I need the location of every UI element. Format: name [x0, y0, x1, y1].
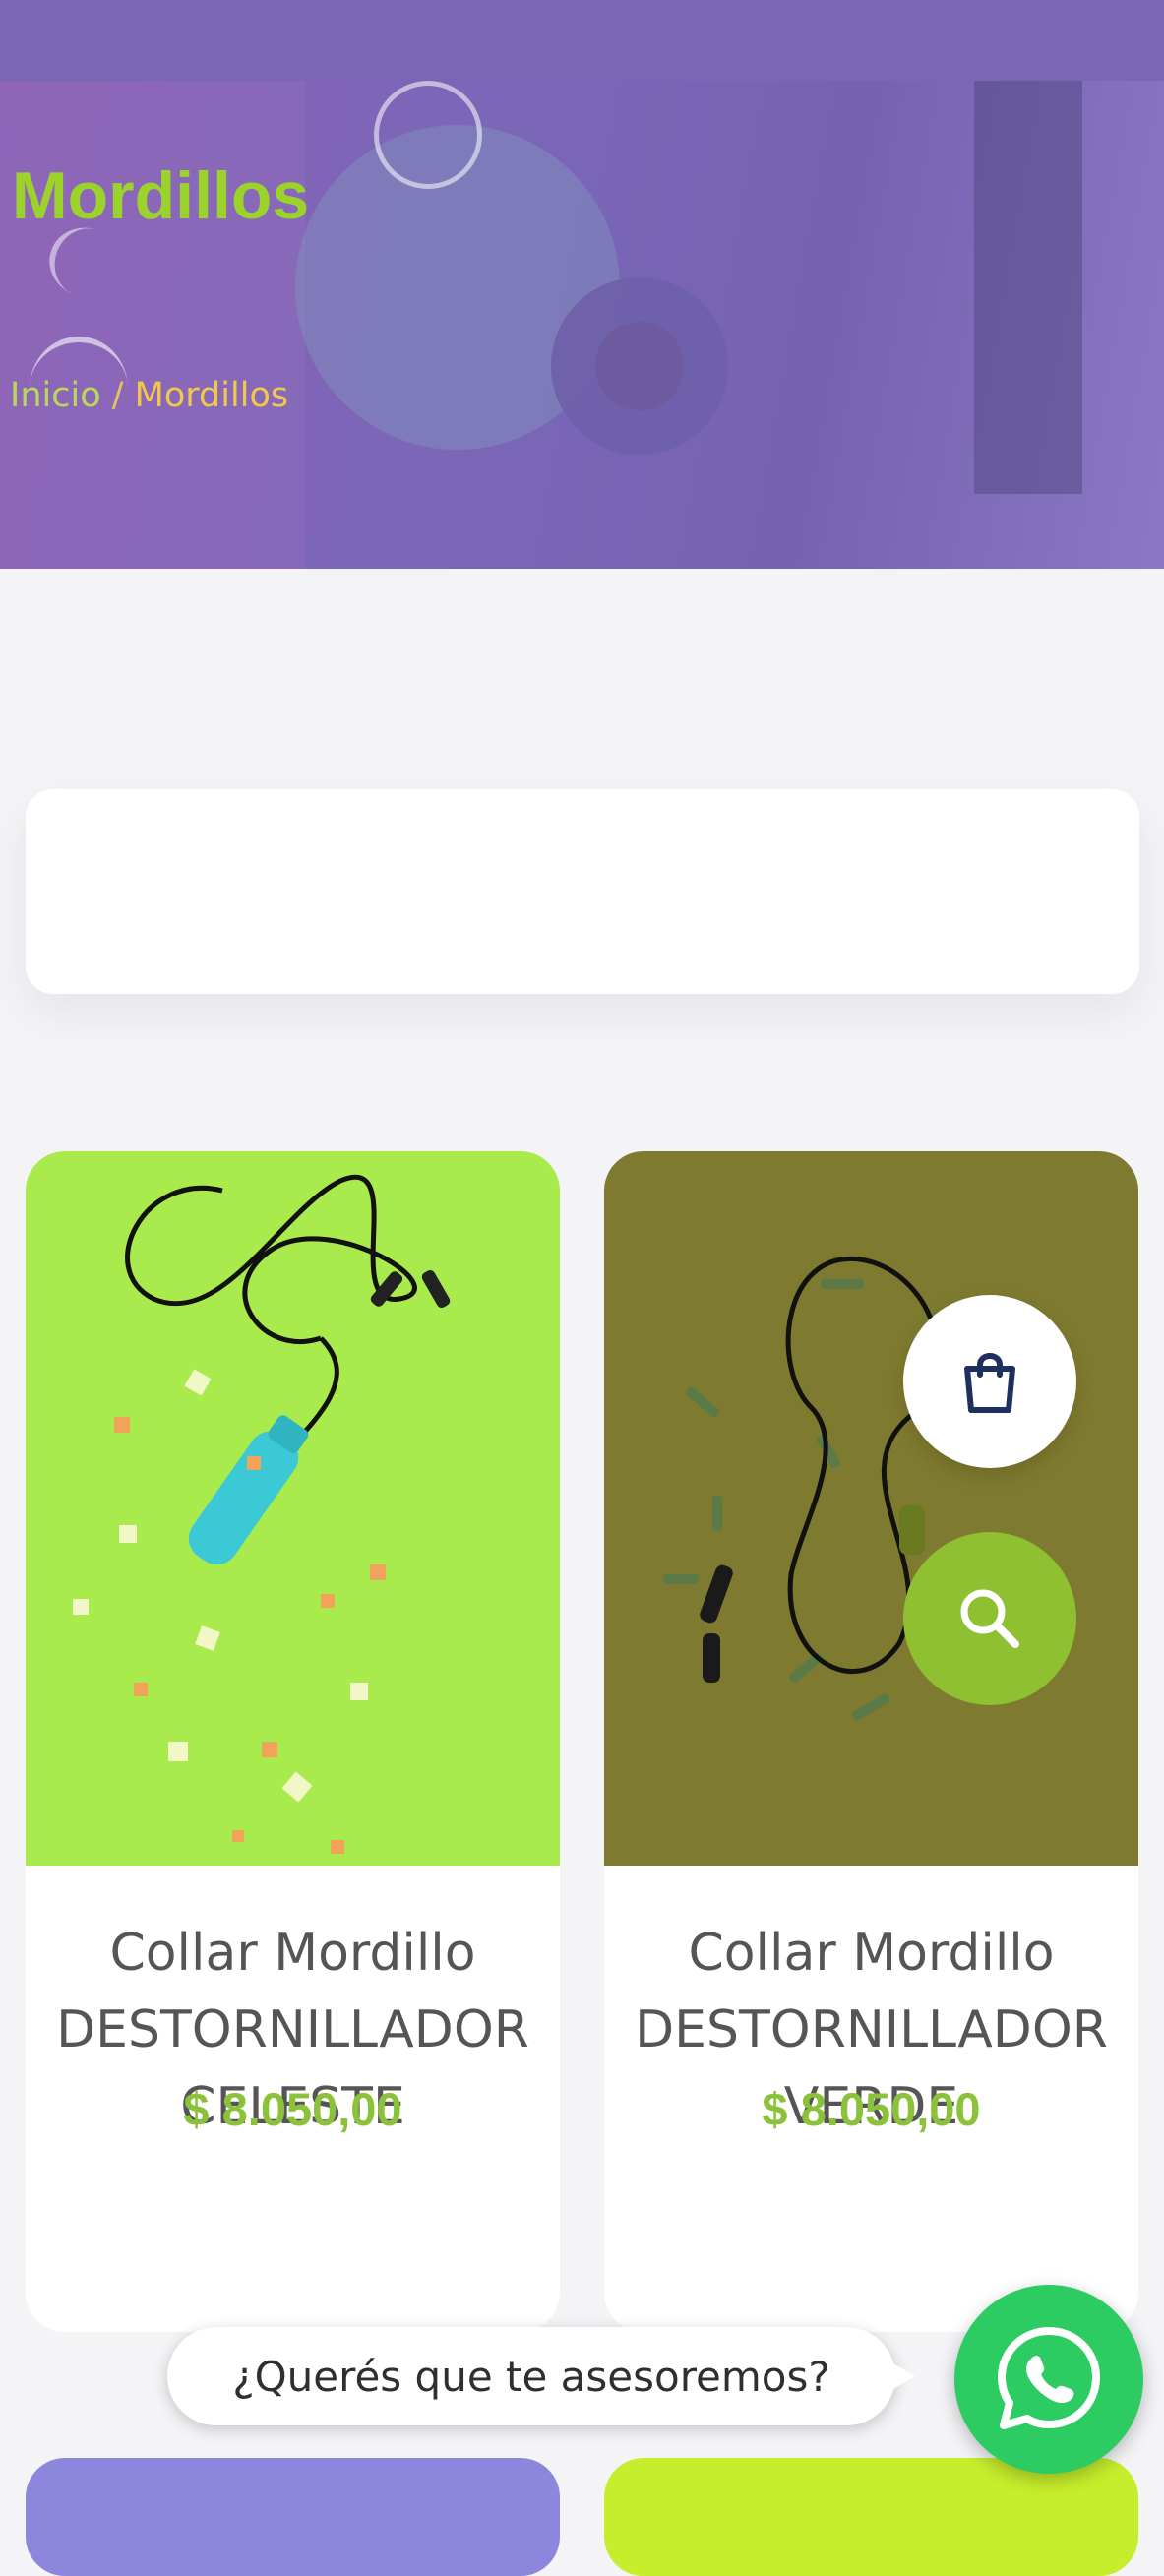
breadcrumb-separator: /	[100, 376, 135, 415]
product-card-next[interactable]	[604, 2458, 1138, 2576]
page-title: Mordillos	[12, 158, 310, 233]
hero-decor	[0, 81, 305, 569]
product-info: Collar Mordillo DESTORNILLADOR VERDE $ 8…	[604, 1866, 1138, 2332]
product-name-line: DESTORNILLADOR	[635, 2000, 1108, 2059]
hero-decor	[595, 322, 684, 410]
product-photo-teether-necklace	[663, 1257, 1020, 1721]
product-name-line: Collar Mordillo	[688, 1924, 1055, 1983]
product-search-panel[interactable]	[26, 789, 1139, 994]
product-name-line: Collar Mordillo	[109, 1924, 476, 1983]
product-price: $ 8.050,00	[762, 2083, 981, 2135]
shopping-bag-icon	[964, 1353, 1015, 1413]
breadcrumb-home-link[interactable]: Inicio	[10, 376, 101, 415]
product-image[interactable]	[604, 1151, 1138, 1866]
search-icon	[960, 1589, 1019, 1648]
top-header-bar	[0, 0, 1164, 81]
product-card[interactable]: Collar Mordillo DESTORNILLADOR CELESTE $…	[26, 1151, 560, 2332]
quick-view-button[interactable]	[903, 1532, 1076, 1705]
product-photo-teether-necklace	[73, 1175, 451, 1854]
whatsapp-prompt-bubble[interactable]: ¿Querés que te asesoremos?	[167, 2327, 915, 2425]
breadcrumb: Inicio / Mordillos	[10, 376, 288, 415]
add-to-cart-button[interactable]	[903, 1295, 1076, 1468]
product-card-next[interactable]	[26, 2458, 560, 2576]
product-info: Collar Mordillo DESTORNILLADOR CELESTE $…	[26, 1866, 560, 2332]
whatsapp-icon	[998, 2327, 1100, 2429]
breadcrumb-current: Mordillos	[134, 376, 289, 415]
page-hero-banner: Mordillos Inicio / Mordillos	[0, 81, 1164, 569]
whatsapp-button[interactable]	[954, 2285, 1143, 2474]
hero-decor-ring	[374, 81, 482, 189]
product-price: $ 8.050,00	[183, 2083, 402, 2135]
hero-decor	[974, 81, 1082, 494]
product-name-line: DESTORNILLADOR	[56, 2000, 529, 2059]
product-image[interactable]	[26, 1151, 560, 1866]
